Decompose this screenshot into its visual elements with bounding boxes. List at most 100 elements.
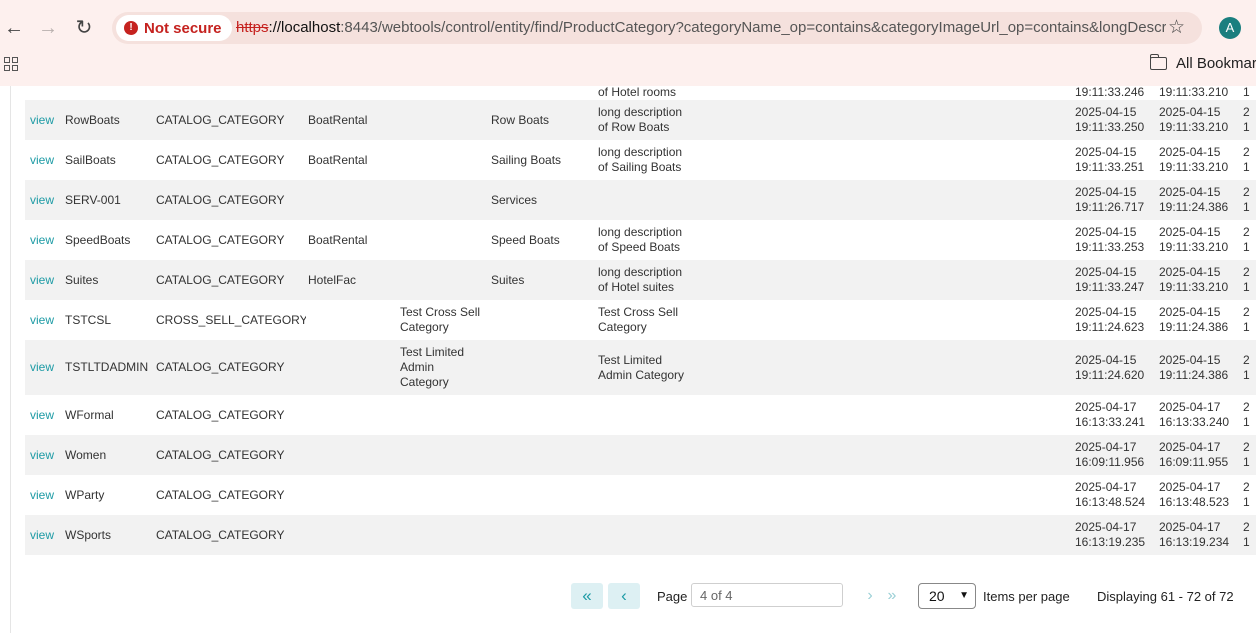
cell-category-type-text: CROSS_SELL_CATEGORY — [156, 312, 306, 327]
cell-category-id-text: SERV-001 — [65, 192, 121, 207]
view-link-text[interactable]: view — [30, 193, 64, 208]
timestamp-line: 2 — [1243, 440, 1250, 454]
cell-category-type-text: CATALOG_CATEGORY — [156, 407, 285, 422]
star-icon[interactable]: ☆ — [1168, 16, 1185, 39]
long-description-line: long description — [598, 105, 683, 119]
timestamp-line: 16:09:11.956 — [1075, 455, 1145, 469]
timestamp-line: 1 — [1243, 455, 1250, 469]
double-chevron-left-icon[interactable]: « — [571, 583, 603, 609]
cell-description — [491, 515, 591, 555]
panel-border — [10, 86, 11, 633]
apps-grid-icon[interactable] — [4, 57, 18, 71]
items-per-page-value: 20 — [929, 588, 945, 604]
cell-parent-category-text: HotelFac — [308, 272, 357, 287]
cell-category-name-line: Category — [400, 375, 449, 389]
timestamp-line: 19:11:24.386 — [1159, 200, 1229, 214]
view-link-text[interactable]: view — [30, 488, 64, 503]
cell-long-description — [598, 515, 728, 555]
timestamp-line: 16:13:19.234 — [1159, 535, 1230, 549]
cell-category-id-text: SpeedBoats — [65, 232, 131, 247]
cell-last-updated-stamp: 2025-04-15 19:11:24.386 — [1159, 180, 1241, 220]
view-link-text[interactable]: view — [30, 408, 64, 423]
security-chip[interactable]: ! Not secure — [116, 15, 232, 41]
view-link-text[interactable]: view — [30, 233, 64, 248]
timestamp-line: 16:09:11.955 — [1159, 455, 1229, 469]
cell-category-id-text: RowBoats — [65, 112, 120, 127]
long-description-line: of Sailing Boats — [598, 160, 682, 174]
cell-category-type: CATALOG_CATEGORY — [156, 515, 306, 555]
timestamp-line: 2025-04-17 — [1159, 520, 1221, 534]
cell-long-description: long description of Row Boats — [598, 100, 728, 140]
cell-created-stamp: 2025-04-15 19:11:26.717 — [1075, 180, 1157, 220]
timestamp-line: 19:11:33.251 — [1075, 160, 1145, 174]
back-arrow-icon[interactable]: ← — [2, 14, 26, 42]
view-link-text[interactable]: view — [30, 448, 64, 463]
table-row: view SailBoats CATALOG_CATEGORY BoatRental S… — [25, 140, 1256, 180]
view-link[interactable]: view — [30, 260, 64, 300]
cell-extra-stamp: 21 — [1243, 300, 1256, 340]
timestamp-line: 2025-04-15 — [1075, 105, 1137, 119]
view-link[interactable]: view — [30, 100, 64, 140]
cell-extra-stamp: 1 — [1243, 86, 1250, 99]
double-chevron-right-icon[interactable]: » — [884, 583, 900, 609]
cell-category-name — [400, 180, 490, 220]
timestamp-line: 2025-04-15 — [1159, 352, 1221, 367]
cell-last-updated-stamp: 2025-04-15 19:11:24.386 — [1159, 340, 1241, 395]
view-link-text[interactable]: view — [30, 313, 64, 328]
cell-description-text: Sailing Boats — [491, 152, 562, 167]
table-row: view WFormal CATALOG_CATEGORY 2025-04-17 16:… — [25, 395, 1256, 435]
long-description-line: of Hotel suites — [598, 280, 675, 294]
reload-icon[interactable]: ↻ — [72, 14, 96, 42]
cell-category-id-text: WParty — [65, 487, 105, 502]
cell-last-updated-stamp: 2025-04-17 16:13:19.234 — [1159, 515, 1241, 555]
cell-category-type-text: CATALOG_CATEGORY — [156, 192, 285, 207]
cell-category-type-text: CATALOG_CATEGORY — [156, 360, 285, 374]
cell-parent-category: BoatRental — [308, 220, 398, 260]
url-text[interactable]: https://localhost:8443/webtools/control/… — [236, 19, 1166, 36]
timestamp-line: 1 — [1243, 495, 1250, 509]
cell-category-name-line: Test Cross Sell — [400, 305, 481, 319]
view-link[interactable]: view — [30, 180, 64, 220]
view-link-text[interactable]: view — [30, 360, 64, 375]
timestamp-line: 16:13:33.241 — [1075, 415, 1146, 429]
cell-description — [491, 300, 591, 340]
cell-category-name — [400, 100, 490, 140]
view-link[interactable]: view — [30, 515, 64, 555]
view-link[interactable]: view — [30, 435, 64, 475]
all-bookmarks-button[interactable]: All Bookmarks — [1149, 54, 1256, 72]
chevron-right-icon[interactable]: › — [863, 583, 877, 609]
view-link-text[interactable]: view — [30, 113, 64, 128]
view-link-text[interactable]: view — [30, 153, 64, 168]
view-link-text[interactable]: view — [30, 528, 64, 543]
timestamp-line: 2025-04-17 — [1075, 400, 1137, 414]
timestamp-line: 2 — [1243, 400, 1250, 414]
view-link[interactable]: view — [30, 220, 64, 260]
timestamp-line: 2025-04-15 — [1075, 265, 1137, 279]
page-number-input[interactable] — [691, 583, 843, 607]
cell-category-id: Women — [65, 435, 155, 475]
address-bar[interactable]: ! Not secure https://localhost:8443/webt… — [112, 12, 1202, 44]
cell-parent-category: HotelFac — [308, 260, 398, 300]
items-per-page-select[interactable]: 20 ▼ — [918, 583, 976, 609]
chevron-left-icon[interactable]: ‹ — [608, 583, 640, 609]
long-description-line: Category — [598, 320, 647, 334]
timestamp-line: 19:11:33.210 — [1159, 280, 1229, 294]
view-link[interactable]: view — [30, 140, 64, 180]
view-link-text[interactable]: view — [30, 273, 64, 288]
cell-category-type-text: CATALOG_CATEGORY — [156, 272, 285, 287]
view-link[interactable]: view — [30, 340, 64, 395]
timestamp-line: 2 — [1243, 105, 1250, 119]
cell-category-type: CATALOG_CATEGORY — [156, 140, 306, 180]
timestamp-line: 2 — [1243, 305, 1250, 319]
cell-description-text: Speed Boats — [491, 232, 560, 247]
view-link[interactable]: view — [30, 475, 64, 515]
table-row: view TSTLTDADMIN CATALOG_CATEGORY Test Limi… — [25, 340, 1256, 395]
cell-created-stamp: 2025-04-15 19:11:33.247 — [1075, 260, 1157, 300]
view-link[interactable]: view — [30, 395, 64, 435]
cell-category-name — [400, 220, 490, 260]
view-link[interactable]: view — [30, 300, 64, 340]
forward-arrow-icon[interactable]: → — [36, 14, 60, 42]
avatar[interactable]: A — [1219, 17, 1241, 39]
timestamp-line: 1 — [1243, 415, 1250, 429]
cell-category-type: CATALOG_CATEGORY — [156, 340, 306, 395]
